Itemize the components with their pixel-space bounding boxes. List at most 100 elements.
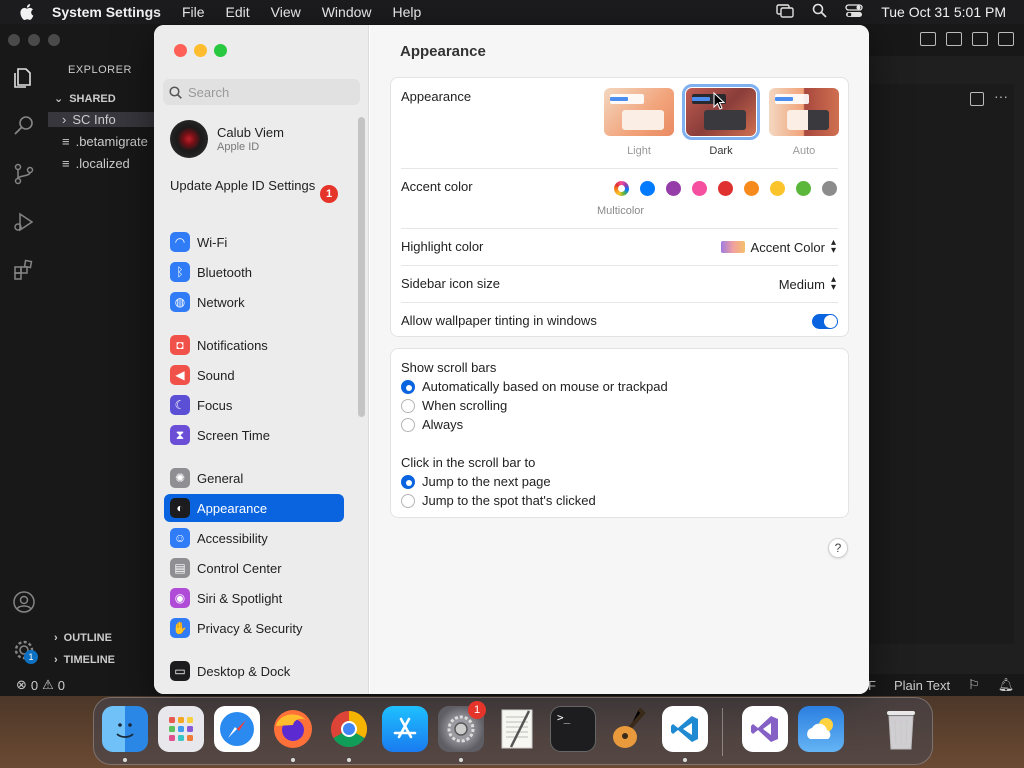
- accent-orange-swatch[interactable]: [744, 181, 759, 196]
- accent-multicolor-swatch[interactable]: [614, 181, 629, 196]
- explorer-files-icon[interactable]: [10, 64, 38, 92]
- dock-weather-icon[interactable]: [798, 706, 844, 752]
- sidebar-item-accessibility[interactable]: ☺ Accessibility: [164, 524, 344, 552]
- sidebar-item-control-center[interactable]: ▤ Control Center: [164, 554, 344, 582]
- help-button[interactable]: ?: [828, 538, 848, 558]
- accent-yellow-swatch[interactable]: [770, 181, 785, 196]
- accent-graphite-swatch[interactable]: [822, 181, 837, 196]
- status-eol[interactable]: F: [868, 678, 876, 693]
- vscode-close-button[interactable]: [8, 34, 20, 46]
- scroll-option-automatic[interactable]: Automatically based on mouse or trackpad: [401, 379, 668, 394]
- accent-purple-swatch[interactable]: [666, 181, 681, 196]
- feedback-icon[interactable]: ⚐: [968, 677, 980, 693]
- accent-pink-swatch[interactable]: [692, 181, 707, 196]
- sidebar-item-sound[interactable]: ◀ Sound: [164, 361, 344, 389]
- vscode-zoom-button[interactable]: [48, 34, 60, 46]
- menu-file[interactable]: File: [182, 4, 205, 20]
- sidebar-item-bluetooth[interactable]: ᛒ Bluetooth: [164, 258, 344, 286]
- timeline-section[interactable]: › TIMELINE: [54, 654, 115, 666]
- sidebar-item-siri-spotlight[interactable]: ◉ Siri & Spotlight: [164, 584, 344, 612]
- menu-help[interactable]: Help: [393, 4, 422, 20]
- dock-textedit-icon[interactable]: [494, 706, 540, 752]
- dock-safari-icon[interactable]: [214, 706, 260, 752]
- globe-icon: ◍: [170, 292, 190, 312]
- click-option-spot-clicked[interactable]: Jump to the spot that's clicked: [401, 493, 596, 508]
- control-center-icon[interactable]: [845, 3, 863, 21]
- dock-terminal-icon[interactable]: >_: [550, 706, 596, 752]
- sidebar-item-network[interactable]: ◍ Network: [164, 288, 344, 316]
- vscode-minimize-button[interactable]: [28, 34, 40, 46]
- close-button[interactable]: [174, 44, 187, 57]
- search-field[interactable]: Search: [163, 79, 360, 105]
- outline-section[interactable]: › OUTLINE: [54, 632, 112, 644]
- accent-blue-swatch[interactable]: [640, 181, 655, 196]
- scroll-option-always[interactable]: Always: [401, 417, 463, 432]
- dock-garageband-icon[interactable]: [606, 706, 652, 752]
- sidebar-item-focus[interactable]: ☾ Focus: [164, 391, 344, 419]
- sidebar-item-wi-fi[interactable]: ◠ Wi-Fi: [164, 228, 344, 256]
- dock-finder-icon[interactable]: [102, 706, 148, 752]
- extensions-icon[interactable]: [10, 256, 38, 284]
- customize-layout-icon[interactable]: [998, 32, 1014, 46]
- status-language[interactable]: Plain Text: [894, 678, 950, 693]
- update-apple-id-settings[interactable]: Update Apple ID Settings: [170, 178, 330, 194]
- dock-chrome-icon[interactable]: [326, 706, 372, 752]
- search-icon[interactable]: [10, 112, 38, 140]
- problems-status[interactable]: ⊗ 0 ⚠ 0: [16, 677, 65, 693]
- click-option-next-page[interactable]: Jump to the next page: [401, 474, 551, 489]
- menu-window[interactable]: Window: [322, 4, 372, 20]
- menu-view[interactable]: View: [271, 4, 301, 20]
- more-actions-icon[interactable]: ···: [994, 88, 1008, 104]
- toggle-panel-icon[interactable]: [946, 32, 962, 46]
- minimize-button[interactable]: [194, 44, 207, 57]
- screen-mirroring-icon[interactable]: [776, 3, 794, 21]
- dock-launchpad-icon[interactable]: [158, 706, 204, 752]
- menu-app-name[interactable]: System Settings: [52, 4, 161, 20]
- toggle-primary-sidebar-icon[interactable]: [920, 32, 936, 46]
- source-control-icon[interactable]: [10, 160, 38, 188]
- apple-id-account[interactable]: Calub Viem Apple ID: [170, 120, 284, 158]
- accent-green-swatch[interactable]: [796, 181, 811, 196]
- menu-edit[interactable]: Edit: [226, 4, 250, 20]
- zoom-button[interactable]: [214, 44, 227, 57]
- status-right-items: F Plain Text ⚐ 🔔︎: [868, 677, 1014, 693]
- file-sc-info[interactable]: › SC Info: [48, 112, 158, 127]
- file-localized[interactable]: ≡ .localized: [62, 156, 130, 171]
- dock-vscode-icon[interactable]: [662, 706, 708, 752]
- sidebar-item-notifications[interactable]: ◘ Notifications: [164, 331, 344, 359]
- folder-shared[interactable]: ⌄ SHARED: [54, 92, 116, 106]
- apple-menu-icon[interactable]: [18, 2, 38, 22]
- split-editor-icon[interactable]: [970, 92, 984, 106]
- accounts-icon[interactable]: [10, 588, 38, 616]
- accent-red-swatch[interactable]: [718, 181, 733, 196]
- dock-firefox-icon[interactable]: [270, 706, 316, 752]
- sidebar-icon-size-popup[interactable]: Medium ▴ ▾: [779, 275, 836, 293]
- accent-color-label: Accent color: [401, 179, 473, 194]
- editor-area[interactable]: ···: [870, 84, 1014, 644]
- sidebar-item-appearance[interactable]: ◐ Appearance: [164, 494, 344, 522]
- notifications-bell-icon[interactable]: 🔔︎: [998, 677, 1015, 693]
- divider: [401, 302, 838, 303]
- dock-app-store-icon[interactable]: [382, 706, 428, 752]
- sidebar-item-desktop-dock[interactable]: ▭ Desktop & Dock: [164, 657, 344, 685]
- menu-clock[interactable]: Tue Oct 31 5:01 PM: [881, 4, 1006, 20]
- highlight-color-popup[interactable]: Accent Color ▴ ▾: [720, 237, 836, 256]
- dock-separator: [722, 708, 723, 756]
- wallpaper-tinting-toggle[interactable]: [812, 314, 838, 329]
- sidebar-item-privacy-security[interactable]: ✋ Privacy & Security: [164, 614, 344, 642]
- scroll-option-when-scrolling[interactable]: When scrolling: [401, 398, 507, 413]
- hand-icon: ✋: [170, 618, 190, 638]
- dock-trash-icon[interactable]: [878, 706, 924, 752]
- sidebar-item-general[interactable]: ✺ General: [164, 464, 344, 492]
- spotlight-search-icon[interactable]: [812, 3, 827, 21]
- manage-gear-icon[interactable]: 1: [10, 636, 38, 664]
- run-debug-icon[interactable]: [10, 208, 38, 236]
- dock-visual-studio-icon[interactable]: [742, 706, 788, 752]
- file-betamigrate[interactable]: ≡ .betamigrate: [62, 134, 148, 149]
- mode-auto-thumb[interactable]: [769, 88, 839, 136]
- sidebar-scrollbar[interactable]: [358, 117, 365, 417]
- updown-chevron-icon: ▴ ▾: [830, 237, 836, 256]
- mode-light-thumb[interactable]: [604, 88, 674, 136]
- sidebar-item-screen-time[interactable]: ⧗ Screen Time: [164, 421, 344, 449]
- toggle-secondary-sidebar-icon[interactable]: [972, 32, 988, 46]
